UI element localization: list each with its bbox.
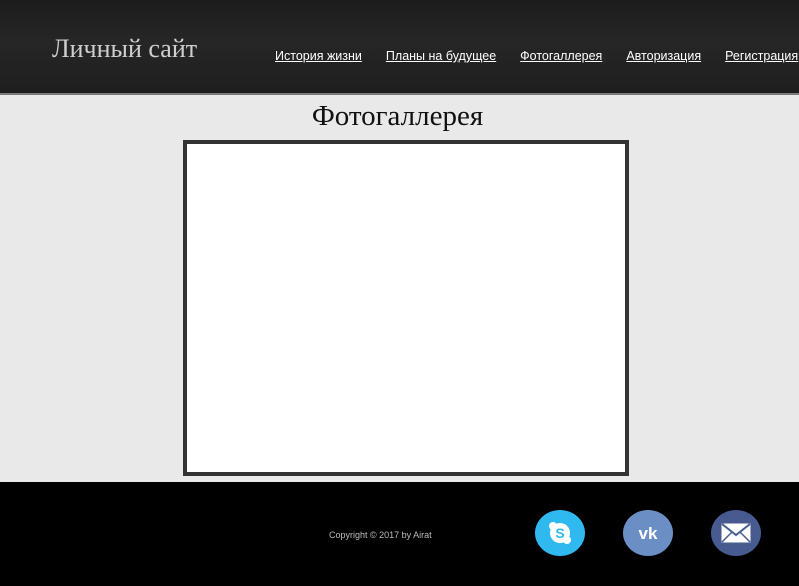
vk-icon: vk xyxy=(639,524,658,543)
main-nav: История жизни Планы на будущее Фотогалле… xyxy=(275,49,798,63)
svg-text:vk: vk xyxy=(639,524,658,543)
svg-text:S: S xyxy=(555,525,564,541)
site-header: Личный сайт История жизни Планы на будущ… xyxy=(0,0,799,95)
mail-button[interactable] xyxy=(711,510,761,556)
nav-link-register[interactable]: Регистрация xyxy=(725,49,798,63)
page-title: Фотогаллерея xyxy=(311,100,484,132)
vk-button[interactable]: vk xyxy=(623,510,673,556)
nav-link-photo-gallery[interactable]: Фотогаллерея xyxy=(520,49,602,63)
nav-link-login[interactable]: Авторизация xyxy=(626,49,701,63)
site-footer: Copyright © 2017 by Airat S vk xyxy=(0,482,799,586)
nav-link-life-history[interactable]: История жизни xyxy=(275,49,362,63)
mail-icon xyxy=(721,523,751,543)
skype-icon: S xyxy=(549,522,571,544)
site-logo[interactable]: Личный сайт xyxy=(52,36,197,62)
copyright-text: Copyright © 2017 by Airat xyxy=(329,530,432,540)
nav-link-future-plans[interactable]: Планы на будущее xyxy=(386,49,496,63)
skype-button[interactable]: S xyxy=(535,510,585,556)
photo-gallery-frame[interactable] xyxy=(183,140,629,476)
